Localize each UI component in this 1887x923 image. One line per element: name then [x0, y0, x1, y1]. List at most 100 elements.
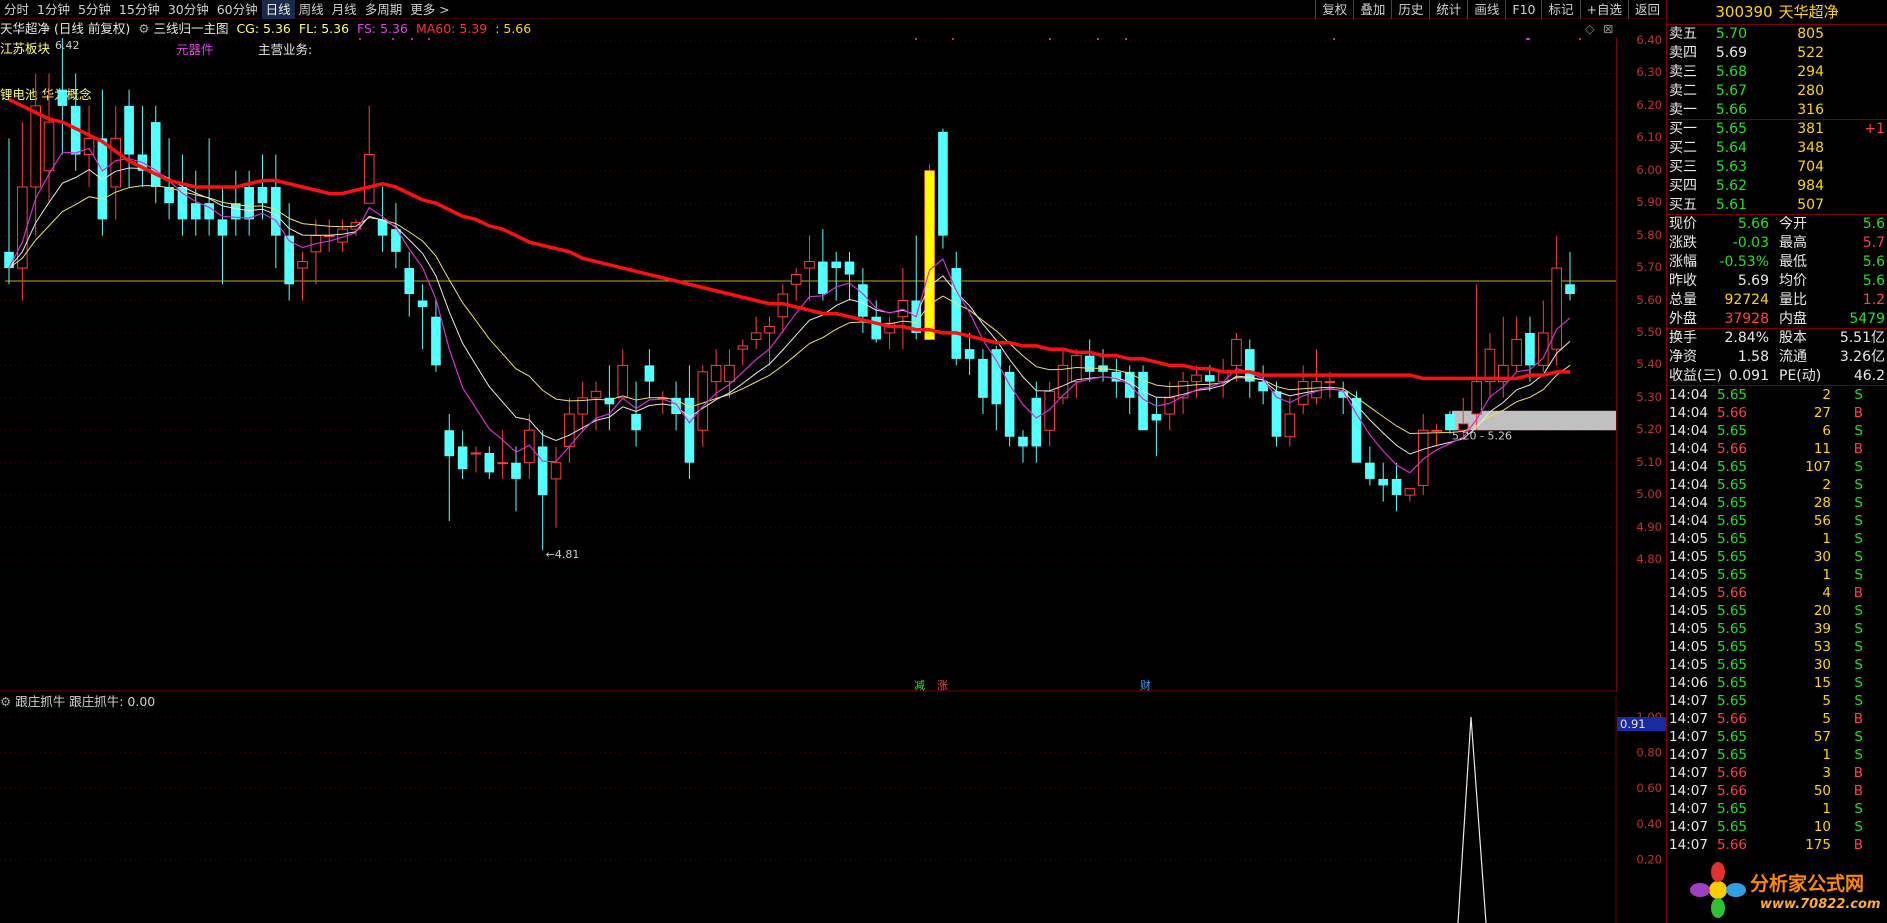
bid-volume: 984: [1797, 178, 1824, 194]
candle: [1404, 488, 1416, 502]
candle-body: [1404, 488, 1416, 496]
tick-volume: 11: [1813, 441, 1831, 457]
period-tab[interactable]: 15分钟: [115, 0, 164, 19]
toolbar-button[interactable]: 统计: [1429, 0, 1467, 19]
candle: [1084, 339, 1095, 382]
close-chart-icon[interactable]: ⊠: [1603, 20, 1613, 38]
candle: [978, 349, 988, 415]
tick-row[interactable]: 14:06 5.65 15 S: [1667, 674, 1887, 692]
stat-label: 现价: [1669, 216, 1697, 232]
stat-label: 总量: [1669, 292, 1697, 308]
tick-volume: 28: [1813, 495, 1831, 511]
ask-volume: 316: [1797, 102, 1824, 118]
candle-body: [363, 154, 375, 204]
tick-row[interactable]: 14:05 5.65 53 S: [1667, 638, 1887, 656]
candle-body: [470, 452, 482, 455]
candle: [790, 268, 802, 301]
tick-row[interactable]: 14:05 5.65 1 S: [1667, 530, 1887, 548]
candle-body: [43, 121, 55, 172]
quote-row: 收益(三) 0.091 PE(动) 46.2: [1667, 367, 1887, 386]
candle-body: [297, 261, 308, 269]
tick-row[interactable]: 14:07 5.66 50 B: [1667, 782, 1887, 800]
period-tab[interactable]: 30分钟: [164, 0, 213, 19]
toolbar-button[interactable]: 返回: [1627, 0, 1666, 19]
bid-price: 5.61: [1715, 197, 1747, 213]
candle: [1511, 316, 1522, 372]
settings-icon[interactable]: ⚙: [138, 21, 149, 36]
candle: [1258, 365, 1268, 405]
tick-row[interactable]: 14:07 5.65 5 S: [1667, 692, 1887, 710]
toolbar-button[interactable]: 复权: [1315, 0, 1353, 19]
tick-row[interactable]: 14:05 5.65 20 S: [1667, 602, 1887, 620]
tick-row[interactable]: 14:04 5.65 6 S: [1667, 422, 1887, 440]
tick-list[interactable]: 14:04 5.65 2 S 14:04 5.66 27 B 14:04 5.65 6 S 14:04 5…: [1667, 386, 1887, 854]
period-tab[interactable]: 周线: [295, 0, 328, 19]
period-tab[interactable]: 5分钟: [74, 0, 115, 19]
tick-row[interactable]: 14:07 5.66 3 B: [1667, 764, 1887, 782]
candle-body: [1018, 436, 1028, 447]
tick-row[interactable]: 14:07 5.66 5 B: [1667, 710, 1887, 728]
tick-row[interactable]: 14:07 5.65 1 S: [1667, 746, 1887, 764]
tick-row[interactable]: 14:07 5.65 10 S: [1667, 818, 1887, 836]
top-marker: [1049, 38, 1051, 40]
event-marker[interactable]: 减: [914, 679, 925, 692]
tick-row[interactable]: 14:07 5.65 57 S: [1667, 728, 1887, 746]
kline-chart[interactable]: ←4.81 5.20 - 5.26 减涨 财: [0, 38, 1616, 692]
toolbar-button[interactable]: 历史: [1391, 0, 1429, 19]
mode-label[interactable]: (日线 前复权): [54, 21, 130, 36]
candle: [17, 122, 28, 301]
toolbar-button[interactable]: 叠加: [1353, 0, 1391, 19]
tick-row[interactable]: 14:07 5.65 1 S: [1667, 800, 1887, 818]
tick-row[interactable]: 14:04 5.65 28 S: [1667, 494, 1887, 512]
tick-row[interactable]: 14:05 5.65 30 S: [1667, 548, 1887, 566]
tick-price: 5.66: [1716, 405, 1747, 421]
tick-volume: 6: [1822, 423, 1831, 439]
tick-row[interactable]: 14:04 5.65 2 S: [1667, 476, 1887, 494]
tick-side: B: [1853, 837, 1863, 853]
tick-row[interactable]: 14:04 5.65 107 S: [1667, 458, 1887, 476]
toolbar-button[interactable]: 标记: [1541, 0, 1579, 19]
tick-side: S: [1854, 549, 1863, 565]
toolbar-button[interactable]: +自选: [1579, 0, 1628, 19]
event-marker[interactable]: 涨: [937, 679, 948, 692]
period-tab[interactable]: 日线: [261, 0, 295, 19]
indicator-name[interactable]: 三线归一主图: [153, 21, 228, 36]
sub-indicator-chart[interactable]: 1.000.800.600.400.200.91: [0, 695, 1666, 923]
period-tab[interactable]: 多周期: [361, 0, 407, 19]
tick-volume: 2: [1822, 477, 1831, 493]
stat-value: 3.26亿: [1839, 349, 1885, 365]
tick-row[interactable]: 14:05 5.66 4 B: [1667, 584, 1887, 602]
pin-icon[interactable]: ◇: [1585, 20, 1595, 38]
top-marker: [1125, 38, 1127, 40]
tick-row[interactable]: 14:04 5.66 27 B: [1667, 404, 1887, 422]
candle-body: [497, 462, 508, 465]
candle: [1391, 462, 1402, 512]
price-tick: 5.70: [1636, 260, 1662, 275]
period-tab[interactable]: 分时: [0, 0, 33, 19]
tick-row[interactable]: 14:05 5.65 1 S: [1667, 566, 1887, 584]
tick-row[interactable]: 14:05 5.65 39 S: [1667, 620, 1887, 638]
period-tab[interactable]: 60分钟: [213, 0, 262, 19]
tick-row[interactable]: 14:04 5.65 56 S: [1667, 512, 1887, 530]
candle-body: [1311, 381, 1322, 399]
tick-row[interactable]: 14:07 5.66 175 B: [1667, 836, 1887, 854]
tick-price: 5.65: [1716, 387, 1747, 403]
candle-body: [617, 364, 629, 399]
fl-line: [8, 185, 1571, 435]
tick-side: B: [1853, 783, 1863, 799]
tick-row[interactable]: 14:05 5.65 30 S: [1667, 656, 1887, 674]
period-tab[interactable]: 月线: [328, 0, 361, 19]
tick-time: 14:05: [1669, 531, 1708, 547]
tick-price: 5.65: [1716, 657, 1747, 673]
period-tab[interactable]: 1分钟: [33, 0, 74, 19]
tick-row[interactable]: 14:04 5.66 11 B: [1667, 440, 1887, 458]
tick-price: 5.65: [1716, 513, 1747, 529]
event-marker[interactable]: 财: [1140, 678, 1151, 692]
tick-time: 14:04: [1669, 423, 1708, 439]
period-tab[interactable]: 更多 >: [406, 0, 453, 19]
toolbar-button[interactable]: 画线: [1467, 0, 1505, 19]
tick-row[interactable]: 14:04 5.65 2 S: [1667, 386, 1887, 404]
chart-area[interactable]: 分时 1分钟 5分钟 15分钟 30分钟 60分钟 日线 周线 月线 多周期 更多 > 复权 叠加 历史…: [0, 0, 1666, 923]
tick-time: 14:04: [1669, 405, 1708, 421]
toolbar-button[interactable]: F10: [1505, 0, 1541, 19]
